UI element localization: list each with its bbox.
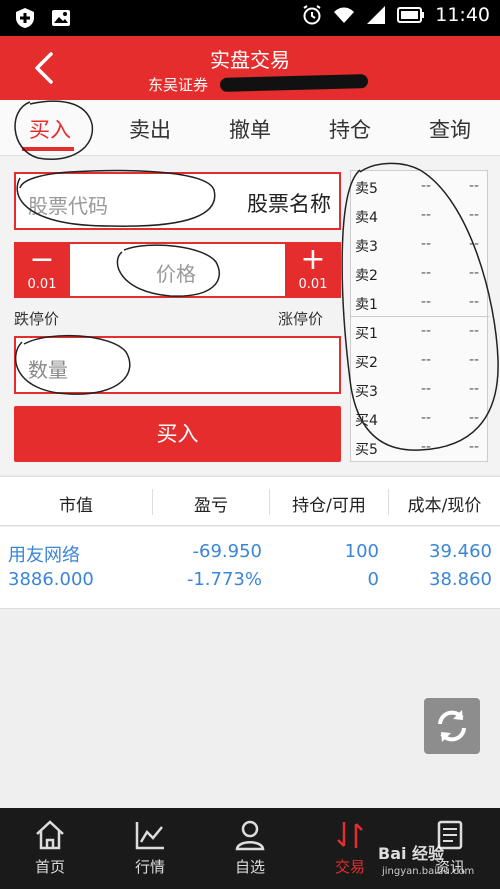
trade-tabs: 买入 卖出 撤单 持仓 查询 <box>0 100 500 156</box>
status-bar: 11:40 <box>0 0 500 36</box>
chart-icon <box>135 822 164 850</box>
tab-cancel[interactable]: 撤单 <box>210 114 290 144</box>
shield-icon <box>16 8 34 28</box>
battery-icon <box>397 7 425 23</box>
watermark: Bai 经验 <box>378 844 445 863</box>
nav-watchlist[interactable]: 自选 <box>200 808 300 889</box>
price-input[interactable]: 价格 <box>156 258 196 287</box>
plus-icon: + <box>300 242 326 277</box>
home-icon <box>36 820 64 850</box>
status-time: 11:40 <box>435 4 490 26</box>
positions-header: 市值 盈亏 持仓/可用 成本/现价 <box>0 476 500 526</box>
order-book-row: 卖4 -- -- <box>355 207 480 226</box>
price-decrement-button[interactable]: − 0.01 <box>14 242 70 298</box>
position-stock-name: 用友网络 <box>8 545 80 566</box>
position-available: 0 <box>367 569 379 590</box>
tab-query[interactable]: 查询 <box>410 114 490 144</box>
image-icon <box>52 10 70 26</box>
watermark-url: jingyan.baidu.com <box>382 866 475 877</box>
order-book-row: 买2 -- -- <box>355 352 480 371</box>
limit-down-label: 跌停价 <box>14 310 60 328</box>
alarm-icon <box>303 5 321 25</box>
decrement-step: 0.01 <box>27 277 57 292</box>
signal-icon <box>367 6 386 24</box>
order-book-row: 买5 -- -- <box>355 439 480 458</box>
trade-icon <box>337 822 363 848</box>
tab-sell[interactable]: 卖出 <box>110 114 190 144</box>
refresh-button[interactable] <box>424 698 480 754</box>
refresh-icon <box>438 710 466 742</box>
nav-label: 自选 <box>234 858 265 876</box>
order-book-row: 卖1 -- -- <box>355 294 480 313</box>
nav-home[interactable]: 首页 <box>0 808 100 889</box>
wifi-icon <box>334 7 355 23</box>
order-book: 卖5 -- -- 卖4 -- -- 卖3 -- -- 卖2 -- -- 卖1 -- -- 买1 -- -… <box>350 170 489 462</box>
nav-label: 首页 <box>34 858 65 876</box>
limit-up-label: 涨停价 <box>278 310 324 328</box>
order-form: 股票代码 股票名称 − 0.01 价格 + 0.01 跌停价 涨停价 数量 买入… <box>0 156 500 474</box>
stock-code-field[interactable]: 股票代码 股票名称 <box>14 172 341 230</box>
order-book-row: 买1 -- -- <box>355 323 480 342</box>
buy-submit-button[interactable]: 买入 <box>14 406 341 462</box>
stock-name-label: 股票名称 <box>247 192 331 216</box>
stock-code-input[interactable]: 股票代码 <box>28 190 108 219</box>
price-stepper: − 0.01 价格 + 0.01 <box>14 242 341 298</box>
position-pnl: -69.950 <box>192 541 262 562</box>
column-header: 持仓/可用 <box>292 496 366 516</box>
redaction-mark <box>219 74 369 92</box>
order-book-row: 卖5 -- -- <box>355 178 480 197</box>
broker-name: 东吴证券 <box>148 76 209 94</box>
order-book-row: 买4 -- -- <box>355 410 480 429</box>
tab-buy[interactable]: 买入 <box>10 114 90 144</box>
price-increment-button[interactable]: + 0.01 <box>285 242 341 298</box>
order-book-row: 买3 -- -- <box>355 381 480 400</box>
column-header: 市值 <box>59 496 93 516</box>
column-header: 成本/现价 <box>407 496 482 516</box>
app-header: 实盘交易 东吴证券 <box>0 36 500 100</box>
position-row[interactable]: 用友网络 3886.000 -69.950 -1.773% 100 0 39.4… <box>0 527 500 609</box>
page-title: 实盘交易 <box>210 48 290 72</box>
nav-label: 行情 <box>134 858 165 876</box>
quantity-input[interactable]: 数量 <box>28 354 68 383</box>
nav-market[interactable]: 行情 <box>100 808 200 889</box>
active-tab-indicator <box>22 147 74 151</box>
user-icon <box>235 820 265 851</box>
order-book-divider <box>351 316 489 317</box>
position-price: 38.860 <box>429 569 492 590</box>
quantity-field[interactable]: 数量 <box>14 336 341 394</box>
position-market-value: 3886.000 <box>8 569 94 590</box>
column-header: 盈亏 <box>194 496 228 516</box>
order-book-row: 卖2 -- -- <box>355 265 480 284</box>
order-book-row: 卖3 -- -- <box>355 236 480 255</box>
position-cost: 39.460 <box>429 541 492 562</box>
increment-step: 0.01 <box>298 277 328 292</box>
position-holding: 100 <box>344 541 379 562</box>
position-pnl-pct: -1.773% <box>186 569 262 590</box>
tab-positions[interactable]: 持仓 <box>310 114 390 144</box>
minus-icon: − <box>29 242 55 277</box>
